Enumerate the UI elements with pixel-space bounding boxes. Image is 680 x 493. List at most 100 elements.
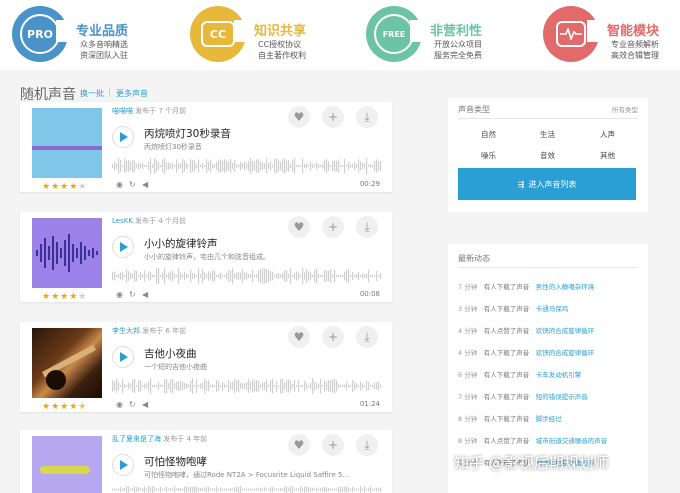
volume-icon[interactable]: ◀ bbox=[142, 290, 148, 299]
category-life[interactable]: 生活 bbox=[540, 129, 555, 140]
like-button[interactable]: ♥ bbox=[288, 106, 310, 128]
activity-sound-link[interactable]: 卡车发动机引擎 bbox=[536, 371, 582, 379]
waveform-bar bbox=[364, 163, 366, 169]
stop-icon[interactable]: ◉ bbox=[116, 290, 123, 299]
sound-thumbnail[interactable] bbox=[32, 328, 102, 398]
loop-icon[interactable]: ↻ bbox=[129, 180, 136, 189]
uploader-link[interactable]: 喵喵喵 bbox=[112, 107, 133, 115]
play-button[interactable] bbox=[112, 126, 134, 148]
waveform-bar bbox=[308, 165, 310, 167]
sound-title[interactable]: 吉他小夜曲 bbox=[144, 346, 197, 361]
all-types-link[interactable]: 所有类型 bbox=[612, 104, 638, 114]
add-button[interactable]: + bbox=[322, 106, 344, 128]
rating-stars[interactable]: ★★★★★ bbox=[42, 292, 87, 302]
waveform-bar bbox=[254, 380, 256, 392]
waveform-bar bbox=[374, 488, 376, 491]
loop-icon[interactable]: ↻ bbox=[129, 290, 136, 299]
download-button[interactable]: ⤓ bbox=[356, 434, 378, 456]
sound-title[interactable]: 小小的旋律铃声 bbox=[144, 236, 218, 251]
waveform-bar bbox=[298, 379, 300, 393]
loop-icon[interactable]: ↻ bbox=[129, 400, 136, 409]
enter-sound-list-button[interactable]: ⇶ 进入声音列表 bbox=[458, 168, 636, 200]
sound-thumbnail[interactable] bbox=[32, 218, 102, 288]
waveform[interactable] bbox=[112, 378, 382, 394]
category-other[interactable]: 其他 bbox=[600, 150, 615, 161]
waveform-bar bbox=[236, 380, 238, 392]
activity-sound-link[interactable]: 短的错误提示声音 bbox=[536, 393, 588, 401]
activity-sound-link[interactable]: 欢快的合成旋律循环 bbox=[536, 349, 595, 357]
sound-title[interactable]: 丙烷喷灯30秒录音 bbox=[144, 126, 231, 141]
feature-line: 开放公众项目 bbox=[434, 40, 482, 49]
category-noise[interactable]: 噪乐 bbox=[481, 150, 496, 161]
add-button[interactable]: + bbox=[322, 434, 344, 456]
waveform-bar bbox=[266, 488, 268, 491]
waveform-bar bbox=[350, 385, 352, 387]
waveform-bar bbox=[366, 158, 368, 174]
waveform-bar bbox=[368, 487, 370, 492]
stop-icon[interactable]: ◉ bbox=[116, 180, 123, 189]
waveform-bar bbox=[282, 159, 284, 173]
waveform-bar bbox=[230, 487, 232, 492]
waveform-bar bbox=[278, 273, 280, 279]
rating-stars[interactable]: ★★★★★ bbox=[42, 402, 87, 412]
waveform-bar bbox=[200, 383, 202, 389]
feature-line: 专业音频解析 bbox=[611, 40, 659, 49]
waveform-bar bbox=[262, 382, 264, 390]
uploader-link[interactable]: 乱了夏来是了海 bbox=[112, 435, 161, 443]
download-button[interactable]: ⤓ bbox=[356, 216, 378, 238]
volume-icon[interactable]: ◀ bbox=[142, 180, 148, 189]
waveform-bar bbox=[176, 274, 178, 278]
waveform-bar bbox=[202, 488, 204, 491]
like-button[interactable]: ♥ bbox=[288, 216, 310, 238]
waveform-bar bbox=[282, 378, 284, 394]
waveform[interactable] bbox=[112, 268, 382, 284]
waveform-bar bbox=[326, 487, 328, 492]
uploader-link[interactable]: 李生大邦 bbox=[112, 327, 140, 335]
waveform-bar bbox=[136, 385, 138, 387]
waveform-bar bbox=[174, 273, 176, 279]
add-button[interactable]: + bbox=[322, 216, 344, 238]
activity-sound-link[interactable]: 欢快的合成旋律循环 bbox=[536, 327, 595, 335]
uploader-link[interactable]: LesKK bbox=[112, 217, 133, 225]
activity-sound-link[interactable]: 男性的入静噶杂环境 bbox=[536, 283, 595, 291]
play-button[interactable] bbox=[112, 454, 134, 476]
sound-thumbnail[interactable] bbox=[32, 436, 102, 493]
like-button[interactable]: ♥ bbox=[288, 326, 310, 348]
waveform-bar bbox=[194, 385, 196, 387]
more-sounds-link[interactable]: 更多声音 bbox=[116, 88, 148, 99]
play-button[interactable] bbox=[112, 236, 134, 258]
waveform-bar bbox=[198, 159, 200, 173]
waveform-bar bbox=[136, 164, 138, 168]
shuffle-link[interactable]: 换一批 bbox=[80, 88, 104, 99]
volume-icon[interactable]: ◀ bbox=[142, 400, 148, 409]
duration: 00:08 bbox=[359, 290, 380, 298]
activity-sound-link[interactable]: 城市街道交通噪音的声音 bbox=[536, 437, 608, 445]
waveform-bar bbox=[302, 487, 304, 492]
add-button[interactable]: + bbox=[322, 326, 344, 348]
stop-icon[interactable]: ◉ bbox=[116, 400, 123, 409]
waveform-bar bbox=[328, 270, 330, 282]
waveform[interactable] bbox=[112, 486, 382, 493]
download-button[interactable]: ⤓ bbox=[356, 326, 378, 348]
waveform-bar bbox=[214, 270, 216, 282]
waveform-bar bbox=[310, 161, 312, 171]
sound-title[interactable]: 可怕怪物咆哮 bbox=[144, 454, 207, 469]
sound-card: ★★★★★ LesKK 发布于 4 个月前 小小的旋律铃声 小小的旋律铃声，宅由… bbox=[20, 212, 392, 302]
waveform[interactable] bbox=[112, 158, 382, 174]
waveform-bar bbox=[226, 272, 228, 280]
activity-sound-link[interactable]: 脚步经过 bbox=[536, 415, 562, 423]
waveform-bar bbox=[168, 488, 170, 491]
category-nature[interactable]: 自然 bbox=[481, 129, 496, 140]
category-effects[interactable]: 音效 bbox=[540, 150, 555, 161]
download-button[interactable]: ⤓ bbox=[356, 106, 378, 128]
activity-sound-link[interactable]: 卡通马保鸡 bbox=[536, 305, 569, 313]
waveform-bar bbox=[314, 381, 316, 391]
play-button[interactable] bbox=[112, 346, 134, 368]
like-button[interactable]: ♥ bbox=[288, 434, 310, 456]
waveform-bar bbox=[132, 487, 134, 492]
waveform-bar bbox=[176, 488, 178, 491]
rating-stars[interactable]: ★★★★★ bbox=[42, 182, 87, 192]
category-voice[interactable]: 人声 bbox=[600, 129, 615, 140]
sound-thumbnail[interactable] bbox=[32, 108, 102, 178]
waveform-bar bbox=[234, 378, 236, 394]
